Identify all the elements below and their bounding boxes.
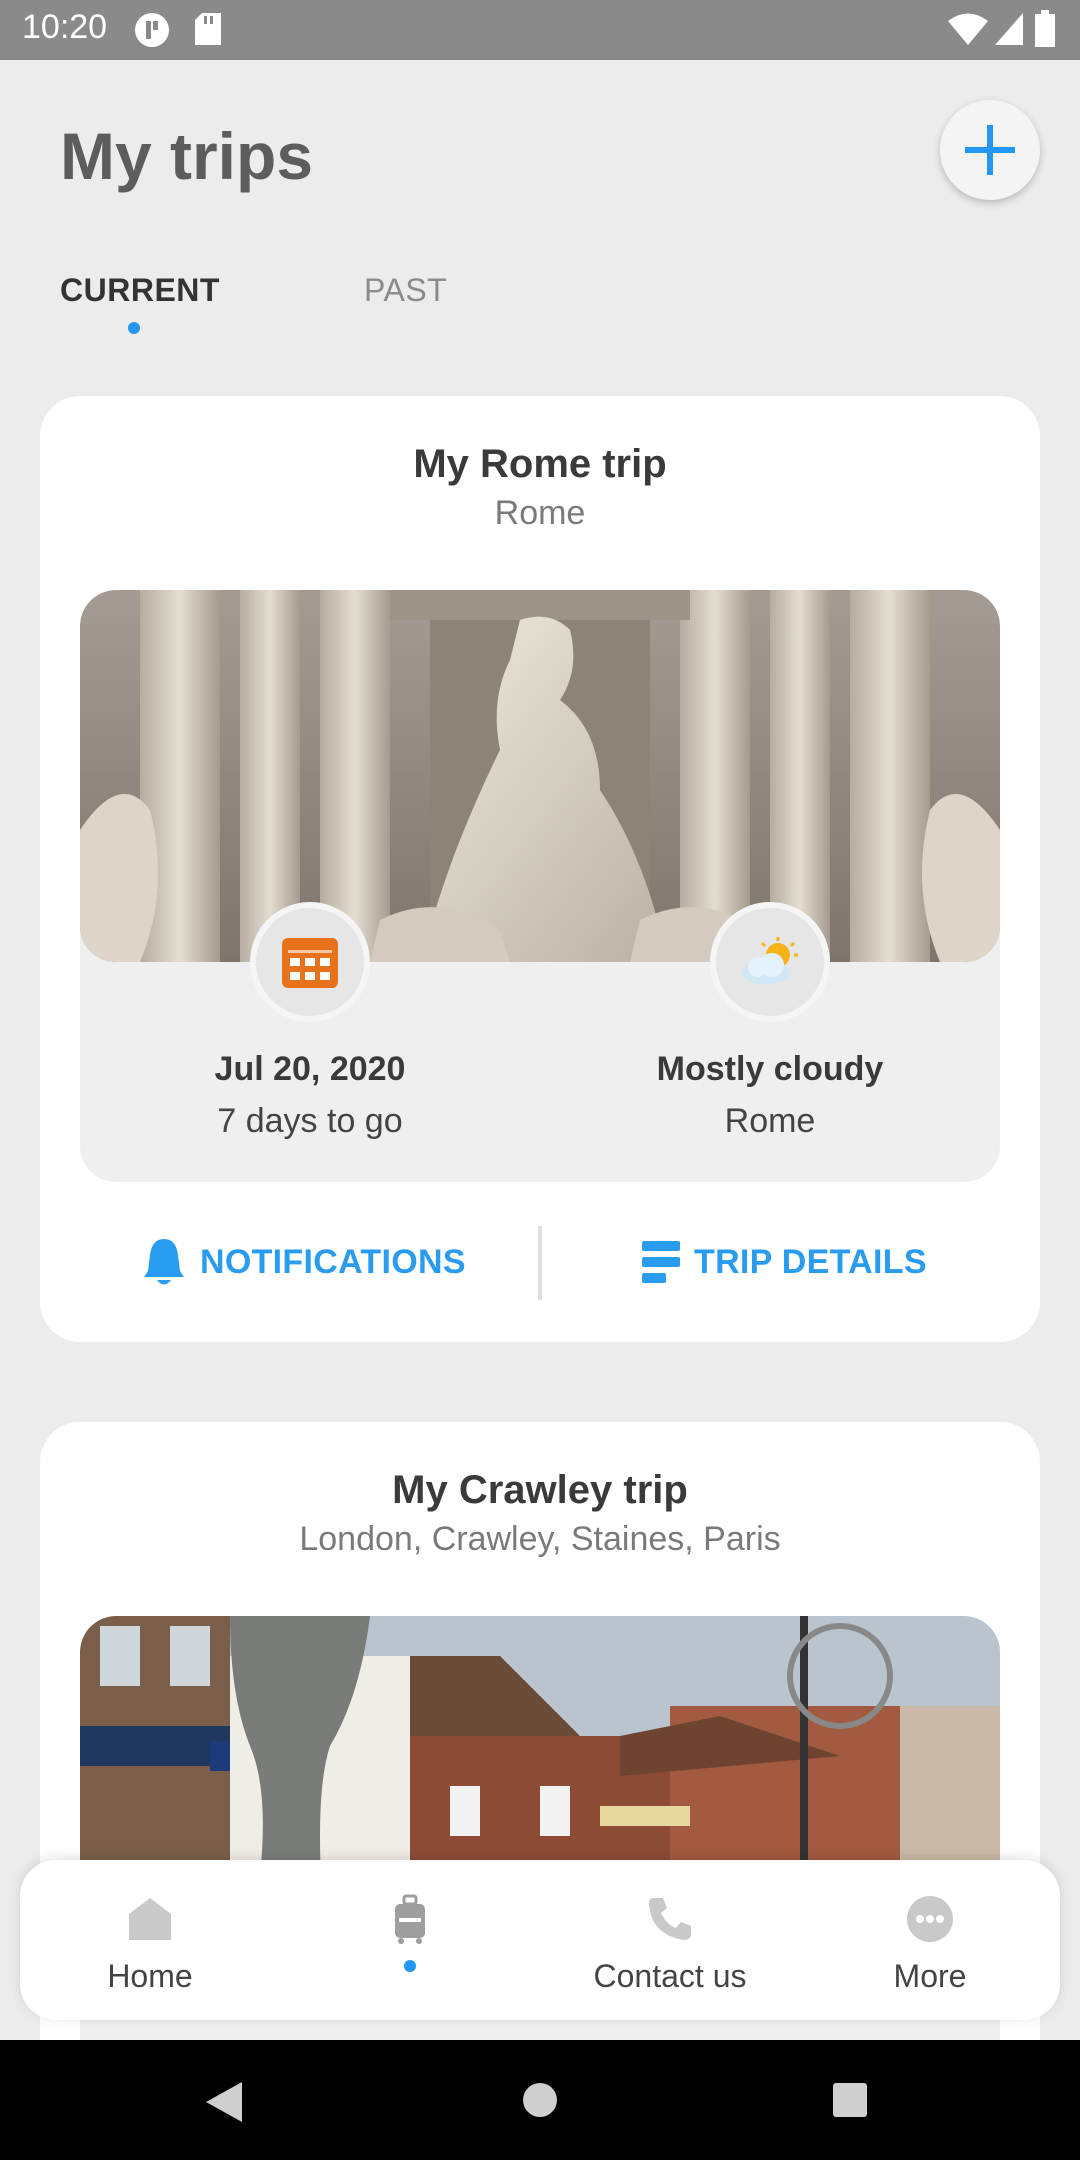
status-bar: 10:20	[0, 0, 1080, 60]
nav-more[interactable]: More	[800, 1860, 1060, 2020]
trip-title: My Crawley trip	[392, 1468, 688, 1512]
action-divider	[538, 1226, 542, 1300]
status-time: 10:20	[22, 8, 108, 46]
weather-badge	[710, 902, 830, 1022]
nav-trips[interactable]	[280, 1860, 540, 2020]
plus-icon	[965, 125, 1015, 175]
trip-destinations: Rome	[494, 494, 586, 532]
trip-photo-trevi-fountain	[80, 590, 1000, 962]
active-nav-indicator	[404, 1960, 416, 1972]
nav-more-label: More	[893, 1958, 967, 1994]
add-trip-button[interactable]	[940, 100, 1040, 200]
system-navigation-bar	[0, 2040, 1080, 2160]
luggage-icon	[395, 1894, 425, 1944]
calendar-icon	[282, 938, 338, 988]
trip-card-rome[interactable]: My Rome trip Rome Jul 20, 2020 7 days to…	[40, 396, 1040, 1342]
page-title: My trips	[60, 119, 314, 193]
trip-countdown: 7 days to go	[217, 1102, 403, 1140]
recents-icon[interactable]	[832, 2082, 868, 2118]
bottom-navigation: Home Contact us More	[20, 1860, 1060, 2020]
trip-details-button[interactable]: TRIP DETAILS	[642, 1222, 927, 1302]
trip-actions: NOTIFICATIONS TRIP DETAILS	[40, 1222, 1040, 1302]
partly-cloudy-icon	[742, 937, 798, 984]
sd-card-icon	[195, 13, 221, 45]
trip-title: My Rome trip	[413, 442, 667, 486]
app-notification-icon	[135, 13, 169, 47]
signal-icon	[995, 13, 1023, 45]
back-icon[interactable]	[204, 2080, 244, 2124]
notifications-label: NOTIFICATIONS	[200, 1242, 466, 1281]
weather-location: Rome	[724, 1102, 816, 1140]
nav-home-label: Home	[107, 1958, 193, 1994]
nav-contact-us-label: Contact us	[593, 1958, 747, 1994]
trip-info-panel: Jul 20, 2020 7 days to go Mostly cloudy …	[80, 590, 1000, 1182]
trip-details-label: TRIP DETAILS	[694, 1242, 927, 1281]
nav-contact-us[interactable]: Contact us	[540, 1860, 800, 2020]
tab-past[interactable]: PAST	[364, 272, 447, 309]
battery-icon	[1035, 10, 1055, 47]
wifi-icon	[948, 13, 988, 45]
phone-icon	[649, 1898, 691, 1940]
notifications-button[interactable]: NOTIFICATIONS	[142, 1222, 466, 1302]
active-tab-indicator	[128, 322, 140, 334]
tab-current[interactable]: CURRENT	[60, 272, 220, 309]
details-list-icon	[642, 1241, 680, 1283]
trip-destinations: London, Crawley, Staines, Paris	[299, 1520, 781, 1558]
weather-condition: Mostly cloudy	[656, 1050, 884, 1088]
calendar-badge	[250, 902, 370, 1022]
more-icon	[907, 1896, 953, 1942]
trip-info-panel	[80, 1616, 1000, 2096]
trip-date: Jul 20, 2020	[214, 1050, 406, 1088]
home-icon	[129, 1898, 171, 1940]
home-circle-icon[interactable]	[522, 2082, 558, 2118]
nav-home[interactable]: Home	[20, 1860, 280, 2020]
bell-icon	[144, 1239, 184, 1285]
